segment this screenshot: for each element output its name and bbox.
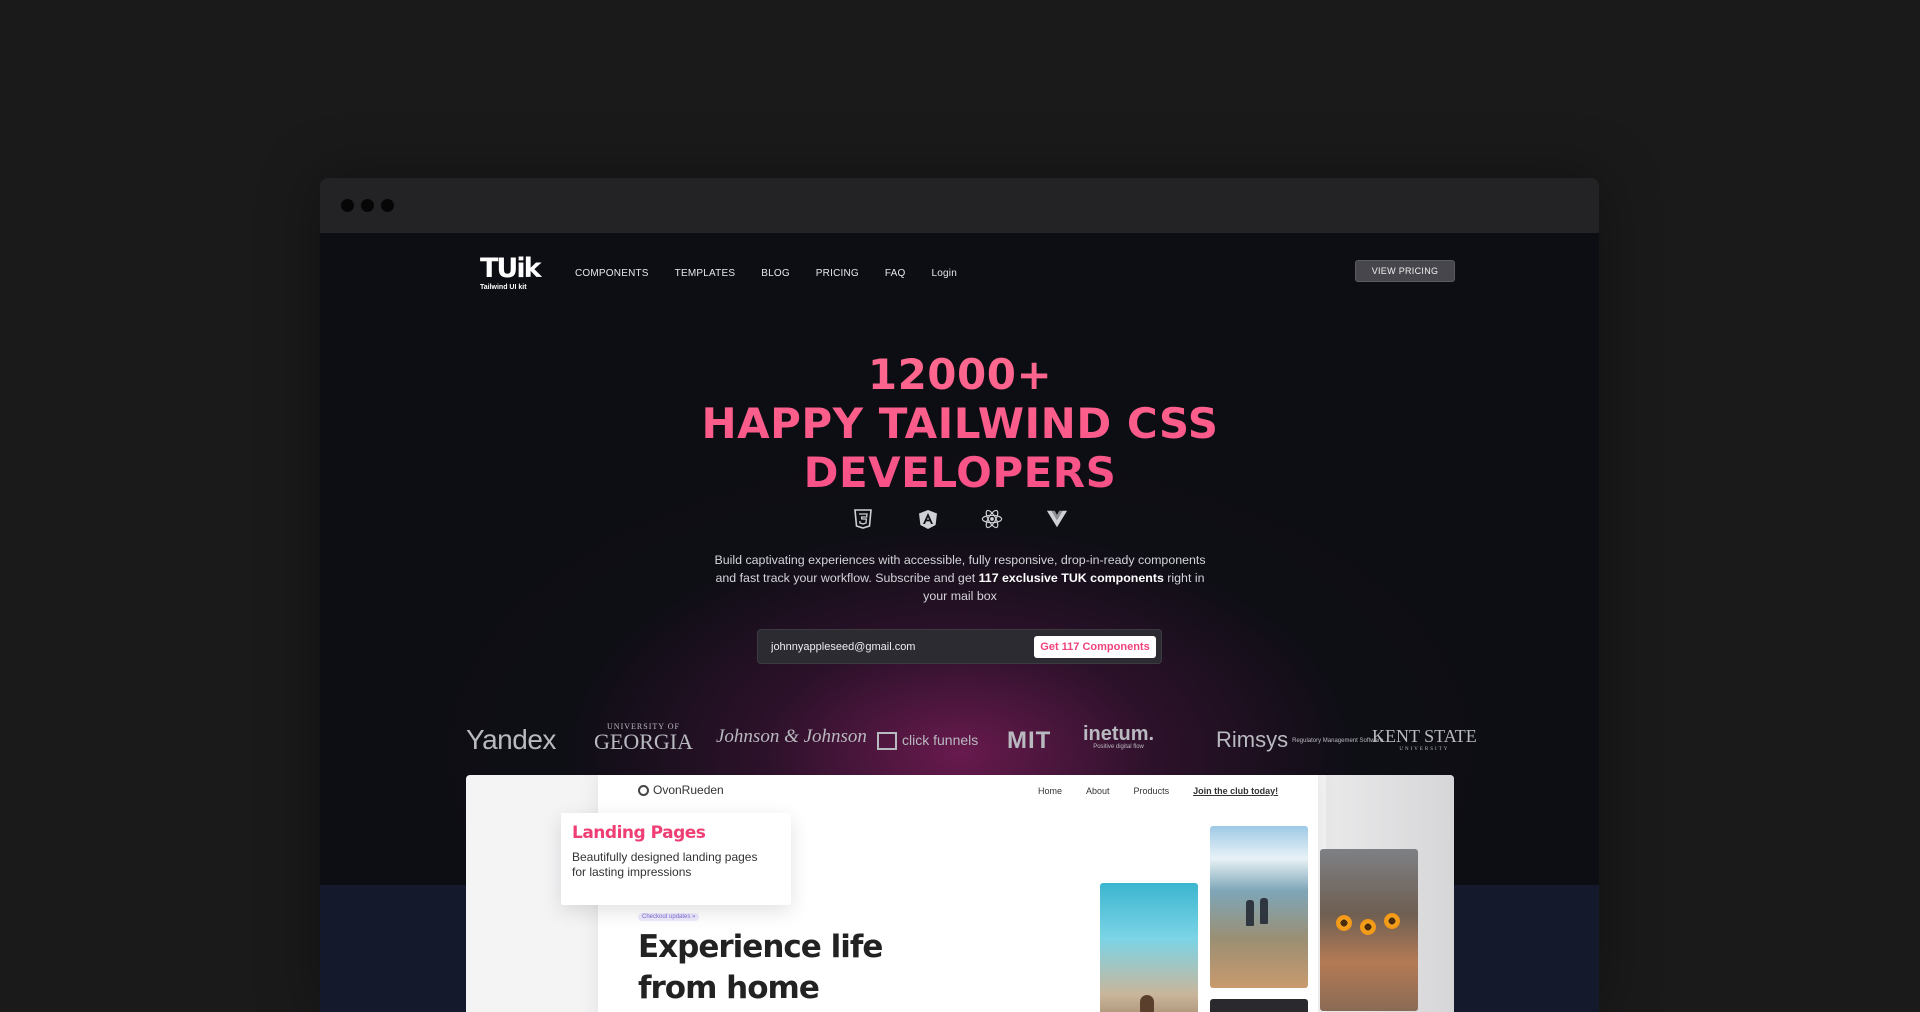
sunflower-shape bbox=[1360, 919, 1376, 935]
page-viewport: TUik Tailwind UI kit COMPONENTS TEMPLATE… bbox=[320, 233, 1599, 1012]
photo-person bbox=[1246, 900, 1254, 926]
preview-photo-hikers bbox=[1210, 826, 1308, 988]
nav-link-templates[interactable]: TEMPLATES bbox=[675, 268, 736, 279]
window-dot-close[interactable] bbox=[341, 199, 354, 212]
uga-logo: UNIVERSITY OF GEORGIA bbox=[594, 722, 693, 753]
signup-form: Get 117 Components bbox=[757, 629, 1162, 664]
window-dot-maximize[interactable] bbox=[381, 199, 394, 212]
logo-mark: TUik bbox=[480, 253, 542, 284]
clickfunnels-icon bbox=[877, 732, 897, 751]
photo-person bbox=[1140, 995, 1154, 1012]
get-components-button[interactable]: Get 117 Components bbox=[1034, 636, 1156, 658]
kent-state-logo: KENT STATE UNIVERSITY bbox=[1372, 726, 1477, 752]
angular-icon[interactable] bbox=[917, 508, 939, 530]
html5-icon[interactable] bbox=[852, 508, 874, 530]
rimsys-logo: Rimsys Regulatory Management Software bbox=[1216, 727, 1383, 753]
uga-logo-big: GEORGIA bbox=[594, 729, 693, 754]
nav-link-components[interactable]: COMPONENTS bbox=[575, 268, 649, 279]
nav-link-blog[interactable]: BLOG bbox=[761, 268, 790, 279]
desc-highlight: 117 exclusive TUK components bbox=[978, 571, 1164, 585]
window-dot-minimize[interactable] bbox=[361, 199, 374, 212]
headline-line-1: 12000+ bbox=[867, 350, 1053, 399]
hero-headline: 12000+ HAPPY TAILWIND CSS DEVELOPERS bbox=[560, 350, 1360, 497]
rimsys-logo-text: Rimsys bbox=[1216, 727, 1289, 752]
top-navbar: TUik Tailwind UI kit COMPONENTS TEMPLATE… bbox=[480, 254, 1455, 296]
preview-brand: OvonRueden bbox=[638, 783, 724, 797]
client-logos: Yandex UNIVERSITY OF GEORGIA Johnson & J… bbox=[466, 718, 1477, 758]
preview-nav-home[interactable]: Home bbox=[1038, 786, 1062, 796]
nav-link-login[interactable]: Login bbox=[931, 268, 956, 279]
yandex-logo: Yandex bbox=[466, 724, 556, 755]
landing-pages-card[interactable]: Landing Pages Beautifully designed landi… bbox=[561, 813, 791, 905]
nav-link-pricing[interactable]: PRICING bbox=[816, 268, 859, 279]
brand-circle-icon bbox=[638, 784, 649, 796]
react-icon[interactable] bbox=[981, 508, 1003, 530]
preview-updates-badge[interactable]: Checkout updates » bbox=[638, 913, 700, 921]
preview-nav-cta[interactable]: Join the club today! bbox=[1193, 786, 1278, 796]
clickfunnels-text: click funnels bbox=[902, 732, 979, 748]
inetum-logo: inetum. Positive digital flow bbox=[1083, 724, 1154, 750]
card-subtitle-line-2: for lasting impressions bbox=[572, 865, 692, 879]
sunflower-shape bbox=[1336, 915, 1352, 931]
window-titlebar bbox=[320, 178, 1599, 233]
clickfunnels-logo: click funnels bbox=[877, 732, 979, 751]
logo-subtitle: Tailwind UI kit bbox=[480, 284, 527, 291]
tuk-logo[interactable]: TUik Tailwind UI kit bbox=[480, 253, 542, 294]
preview-nav-about[interactable]: About bbox=[1086, 786, 1110, 796]
browser-window: TUik Tailwind UI kit COMPONENTS TEMPLATE… bbox=[320, 178, 1599, 1012]
view-pricing-button[interactable]: VIEW PRICING bbox=[1355, 260, 1455, 282]
nav-link-faq[interactable]: FAQ bbox=[885, 268, 906, 279]
preview-brand-name: OvonRueden bbox=[653, 783, 724, 797]
card-subtitle: Beautifully designed landing pages for l… bbox=[572, 850, 757, 880]
hero-description: Build captivating experiences with acces… bbox=[710, 551, 1210, 605]
kent-state-logo-sub: UNIVERSITY bbox=[1399, 747, 1450, 752]
sunflower-shape bbox=[1384, 913, 1400, 929]
rimsys-logo-sub: Regulatory Management Software bbox=[1292, 737, 1384, 744]
preview-photo-beach bbox=[1100, 883, 1198, 1012]
nav-links: COMPONENTS TEMPLATES BLOG PRICING FAQ Lo… bbox=[575, 268, 957, 279]
tech-icons-row bbox=[852, 508, 1068, 532]
mit-logo: MIT bbox=[1007, 727, 1052, 754]
card-subtitle-line-1: Beautifully designed landing pages bbox=[572, 850, 758, 864]
headline-line-3: DEVELOPERS bbox=[803, 448, 1117, 497]
preview-photo-sunflowers bbox=[1320, 849, 1418, 1011]
photo-person bbox=[1260, 898, 1268, 924]
vue-icon[interactable] bbox=[1046, 508, 1068, 530]
headline-line-2: HAPPY TAILWIND CSS bbox=[701, 399, 1219, 448]
email-field[interactable] bbox=[766, 636, 1031, 658]
preview-headline-2: from home bbox=[638, 970, 820, 1006]
preview-headline: Experience life from home bbox=[638, 927, 883, 1009]
card-title: Landing Pages bbox=[572, 823, 706, 843]
inetum-logo-sub: Positive digital flow bbox=[1093, 744, 1144, 750]
kent-state-logo-text: KENT STATE bbox=[1372, 726, 1477, 746]
inetum-logo-text: inetum. bbox=[1083, 723, 1155, 745]
preview-nav-products[interactable]: Products bbox=[1134, 786, 1170, 796]
preview-photo-dark bbox=[1210, 999, 1308, 1012]
preview-headline-1: Experience life bbox=[638, 929, 883, 965]
johnson-johnson-logo: Johnson & Johnson bbox=[716, 726, 867, 747]
template-preview[interactable]: OvonRueden Home About Products Join the … bbox=[466, 775, 1454, 1012]
preview-nav: Home About Products Join the club today! bbox=[1038, 786, 1278, 796]
